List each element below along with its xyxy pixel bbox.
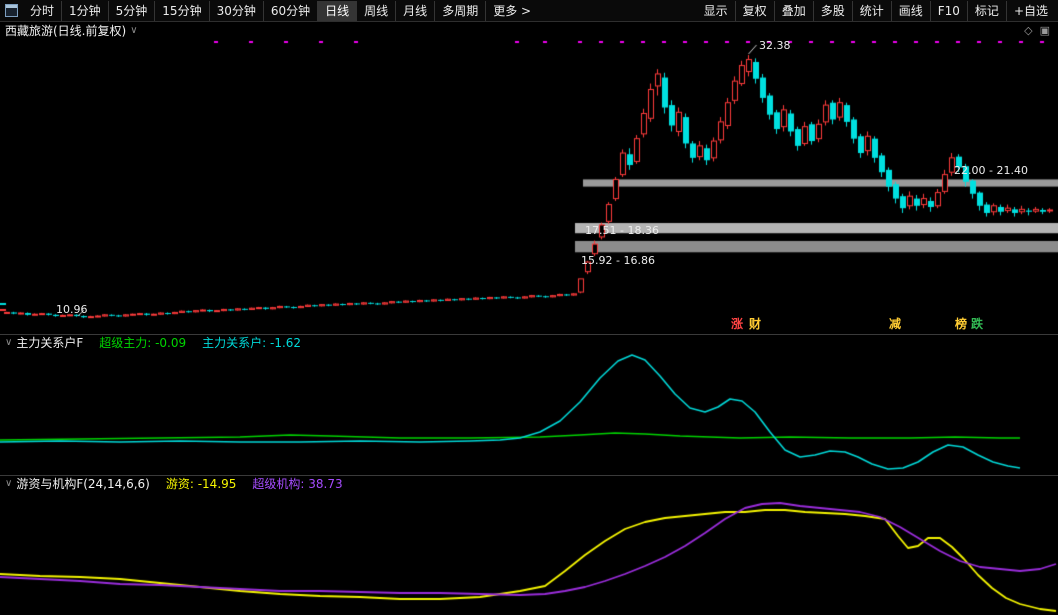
- band-label-upper: 22.00 - 21.40: [954, 164, 1028, 177]
- main-force-panel-title: 主力关系户F: [16, 334, 83, 351]
- chevron-down-icon[interactable]: ∨: [5, 478, 12, 489]
- menu-item-adjust[interactable]: 复权: [736, 1, 775, 21]
- menu-item-display[interactable]: 显示: [697, 1, 736, 21]
- hot-money-panel-header: ∨ 游资与机构F(24,14,6,6) 游资: -14.95 超级机构: 38.…: [0, 475, 1058, 491]
- menu-item-multistock[interactable]: 多股: [814, 1, 853, 21]
- event-flag-limit-down[interactable]: 跌: [971, 315, 983, 332]
- menu-item-1min[interactable]: 1分钟: [62, 1, 109, 21]
- menu-item-drawline[interactable]: 画线: [892, 1, 931, 21]
- menu-item-mark[interactable]: 标记: [968, 1, 1007, 21]
- menu-item-multiperiod[interactable]: 多周期: [435, 1, 486, 21]
- menu-item-5min[interactable]: 5分钟: [109, 1, 156, 21]
- peak-price-label: 32.38: [759, 39, 791, 52]
- menu-item-30min[interactable]: 30分钟: [210, 1, 264, 21]
- menu-item-add-watchlist[interactable]: +自选: [1007, 1, 1055, 21]
- main-chart-canvas[interactable]: [0, 38, 1058, 334]
- chart-title-bar: 西藏旅游(日线.前复权) ∨ ◇ ▣: [0, 22, 1058, 38]
- band-label-lower: 15.92 - 16.86: [581, 254, 655, 267]
- tools-group: 显示 复权 叠加 多股 统计 画线 F10 标记 +自选: [697, 0, 1055, 22]
- main-force-canvas[interactable]: [0, 350, 1058, 475]
- page-icon[interactable]: ▣: [1040, 24, 1050, 37]
- low-price-label: 10.96: [56, 303, 88, 316]
- hot-money-canvas[interactable]: [0, 491, 1058, 615]
- menu-item-60min[interactable]: 60分钟: [264, 1, 318, 21]
- hot-money-value: 游资: -14.95: [166, 475, 237, 492]
- main-force-panel-header: ∨ 主力关系户F 超级主力: -0.09 主力关系户: -1.62: [0, 334, 1058, 350]
- period-group: 分时 1分钟 5分钟 15分钟 30分钟 60分钟 日线 周线 月线 多周期 更…: [23, 0, 538, 22]
- band-label-middle: 17.51 - 18.36: [585, 224, 659, 237]
- menu-item-15min[interactable]: 15分钟: [155, 1, 209, 21]
- super-institution-value: 超级机构: 38.73: [252, 475, 342, 492]
- title-bar-icons: ◇ ▣: [1024, 24, 1053, 37]
- menu-item-monthly[interactable]: 月线: [396, 1, 435, 21]
- hot-money-panel-title: 游资与机构F(24,14,6,6): [16, 475, 150, 492]
- event-flag-reduce[interactable]: 减: [889, 315, 901, 332]
- chart-title: 西藏旅游(日线.前复权): [5, 22, 126, 39]
- menu-item-f10[interactable]: F10: [931, 1, 968, 21]
- window-icon[interactable]: [5, 4, 18, 17]
- menu-item-more[interactable]: 更多 >: [486, 1, 538, 21]
- chevron-down-icon[interactable]: ∨: [5, 337, 12, 348]
- period-toolbar: 分时 1分钟 5分钟 15分钟 30分钟 60分钟 日线 周线 月线 多周期 更…: [0, 0, 1058, 22]
- event-flag-finance[interactable]: 财: [749, 315, 761, 332]
- event-flag-board[interactable]: 榜: [955, 315, 967, 332]
- chevron-down-icon[interactable]: ∨: [130, 25, 137, 36]
- main-force-relation-value: 主力关系户: -1.62: [202, 334, 301, 351]
- super-main-force-value: 超级主力: -0.09: [99, 334, 186, 351]
- main-chart-panel: 32.38 10.96 22.00 - 21.40 17.51 - 18.36 …: [0, 38, 1058, 334]
- menu-item-weekly[interactable]: 周线: [357, 1, 396, 21]
- event-flag-limit-up[interactable]: 涨: [731, 315, 743, 332]
- menu-item-overlay[interactable]: 叠加: [775, 1, 814, 21]
- menu-item-stats[interactable]: 统计: [853, 1, 892, 21]
- diamond-icon[interactable]: ◇: [1024, 24, 1032, 37]
- tdx-app: 分时 1分钟 5分钟 15分钟 30分钟 60分钟 日线 周线 月线 多周期 更…: [0, 0, 1058, 615]
- menu-item-daily[interactable]: 日线: [318, 1, 357, 21]
- menu-item-timeshare[interactable]: 分时: [23, 1, 62, 21]
